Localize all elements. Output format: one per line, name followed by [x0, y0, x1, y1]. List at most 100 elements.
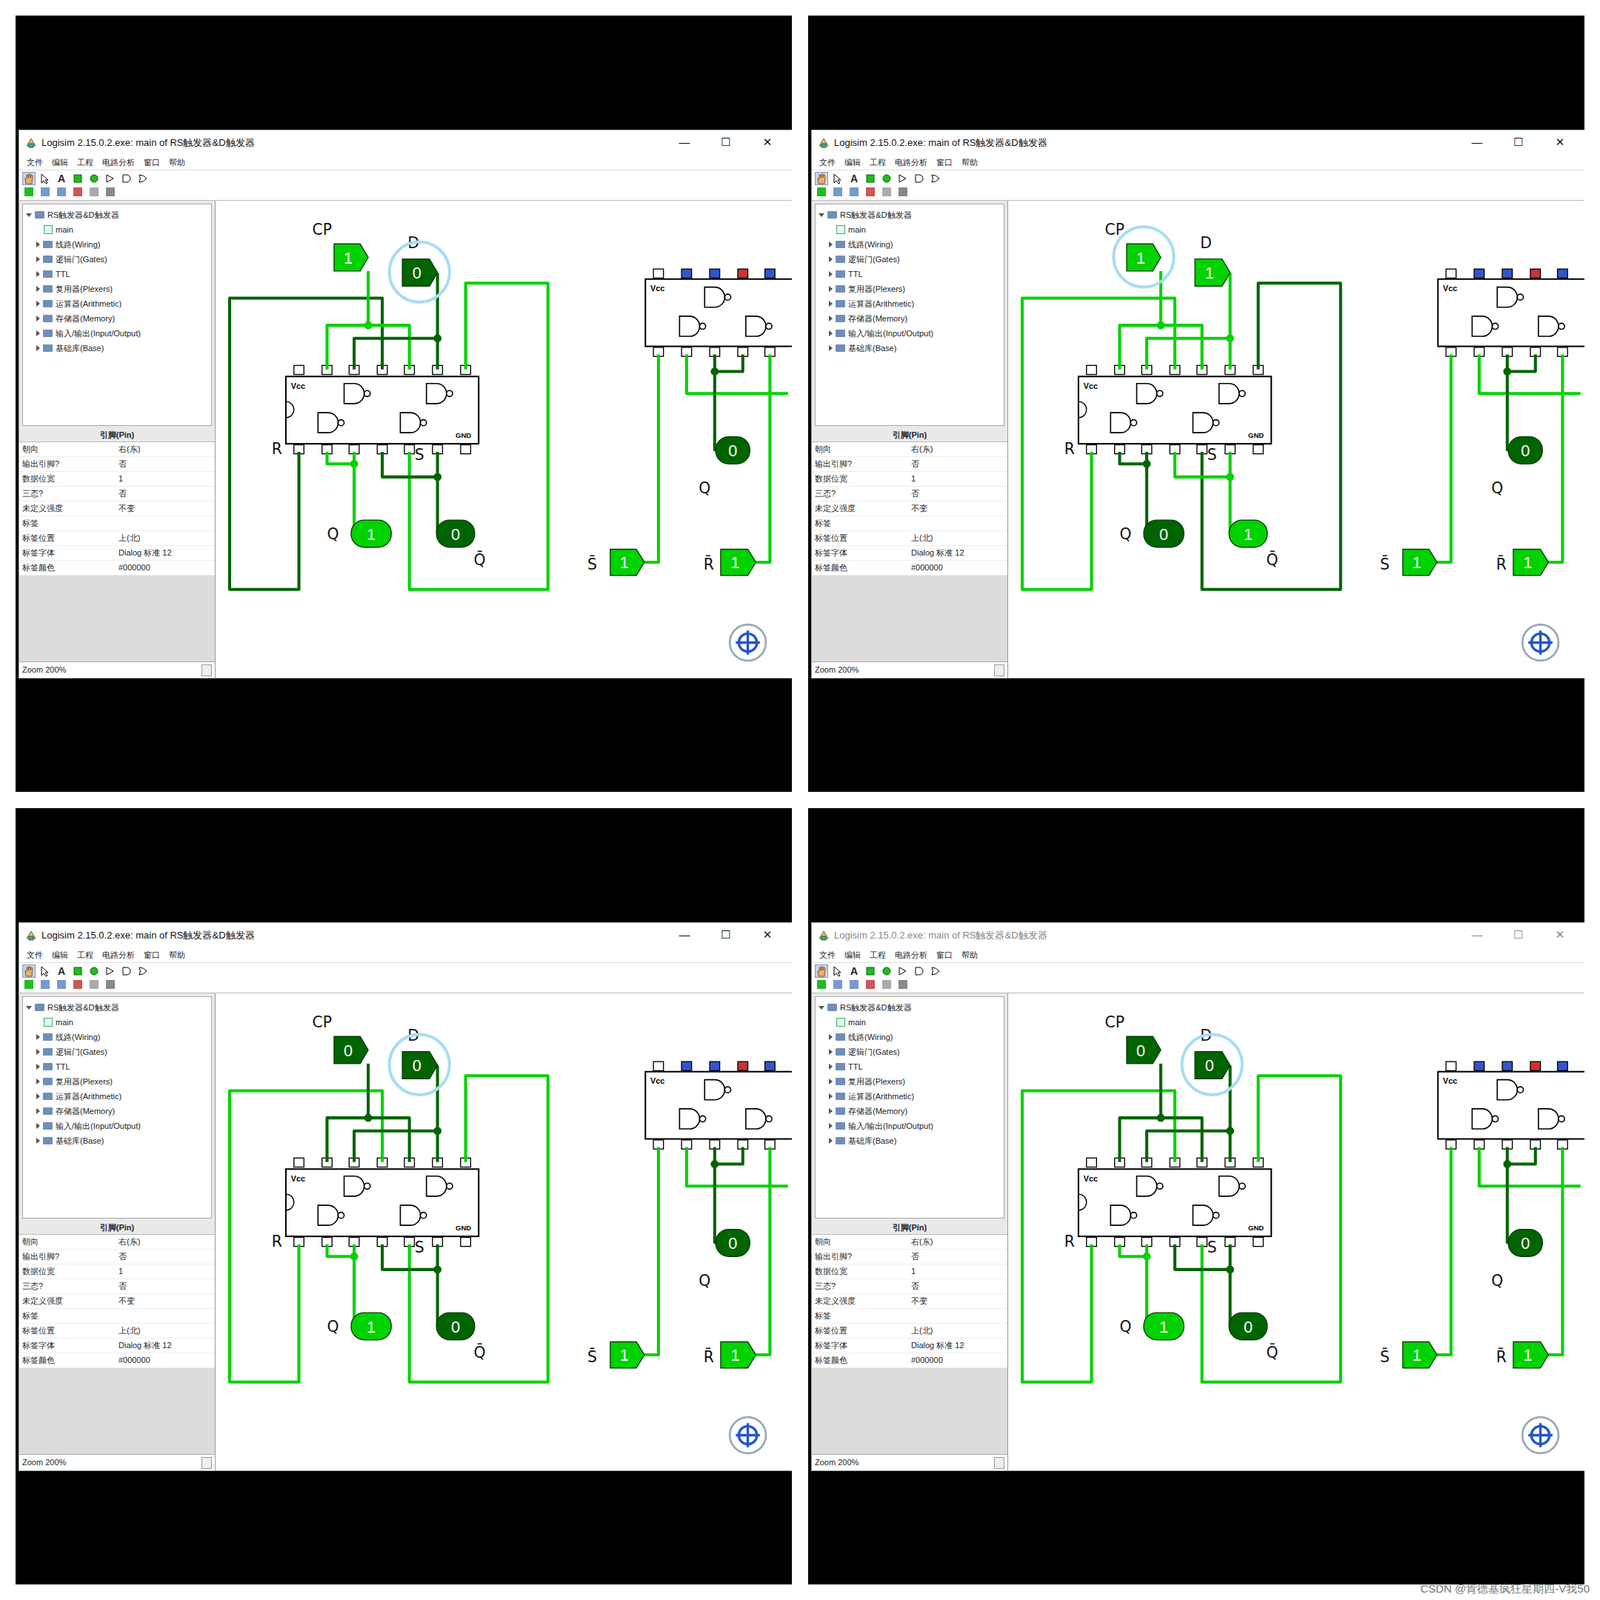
tree-item[interactable]: 输入/输出(Input/Output) [25, 1118, 209, 1134]
pin-body[interactable] [1126, 243, 1161, 272]
expand-arrow-icon[interactable] [828, 1108, 833, 1115]
input-pin[interactable]: 1 [1513, 548, 1549, 575]
menu-item[interactable]: 编辑 [844, 156, 861, 169]
expand-arrow-icon[interactable] [828, 330, 833, 337]
circuit-drawing[interactable]: VccGND1010CPDRSQQ̄Vcc011QS̄R̄ [215, 200, 792, 678]
property-value[interactable]: 上(北) [911, 531, 933, 545]
tool-button[interactable] [38, 964, 52, 978]
tree-item[interactable]: 复用器(Plexers) [818, 1074, 1001, 1089]
expand-arrow-icon[interactable] [36, 315, 40, 322]
tree-root[interactable]: RS触发器&D触发器 [25, 1000, 209, 1015]
menu-item[interactable]: 窗口 [143, 948, 160, 962]
tool-button[interactable] [928, 964, 943, 978]
project-tool-icon[interactable] [71, 977, 85, 992]
tree-item[interactable]: 基础库(Base) [818, 340, 1001, 356]
tool-button[interactable] [136, 964, 150, 978]
tool-button[interactable]: A [54, 171, 69, 186]
project-tool-icon[interactable] [38, 185, 52, 199]
menu-item[interactable]: 工程 [869, 948, 886, 962]
property-value[interactable]: 否 [911, 1280, 920, 1293]
property-value[interactable]: 右(东) [911, 1235, 933, 1249]
pin-body[interactable] [1194, 1051, 1230, 1080]
window-control[interactable]: — [1458, 926, 1496, 944]
project-tool-icon[interactable] [38, 977, 52, 992]
tool-button[interactable] [103, 171, 118, 186]
pin-body[interactable] [610, 1341, 645, 1368]
circuit-canvas[interactable]: VccGND0010CPDRSQQ̄Vcc011QS̄R̄ [215, 993, 792, 1471]
menu-item[interactable]: 编辑 [844, 948, 861, 962]
tree-item[interactable]: TTL [25, 266, 209, 282]
tree-item[interactable]: 运算器(Arithmetic) [818, 296, 1001, 312]
property-value[interactable]: 上(北) [118, 1324, 140, 1338]
project-tool-icon[interactable] [880, 185, 894, 199]
property-value[interactable]: 否 [118, 1250, 127, 1263]
expand-arrow-icon[interactable] [828, 241, 833, 248]
tool-button[interactable] [863, 171, 878, 186]
property-value[interactable]: 不变 [118, 1294, 135, 1308]
expand-arrow-icon[interactable] [25, 213, 32, 218]
expand-arrow-icon[interactable] [828, 1122, 833, 1129]
menu-item[interactable]: 窗口 [936, 948, 953, 962]
tool-button[interactable]: A [54, 964, 69, 978]
project-tool-icon[interactable] [103, 977, 118, 992]
tree-item[interactable]: 存储器(Memory) [818, 1103, 1001, 1119]
expand-arrow-icon[interactable] [828, 345, 833, 352]
expand-arrow-icon[interactable] [828, 1093, 833, 1100]
input-pin[interactable]: 0 [402, 1051, 438, 1080]
menu-item[interactable]: 窗口 [936, 156, 953, 169]
expand-arrow-icon[interactable] [36, 345, 40, 352]
expand-arrow-icon[interactable] [828, 271, 833, 278]
tool-button[interactable] [136, 171, 150, 186]
pin-body[interactable] [1402, 1341, 1438, 1368]
menu-item[interactable]: 电路分析 [102, 156, 135, 169]
expand-arrow-icon[interactable] [36, 330, 40, 337]
tool-button[interactable] [22, 964, 36, 978]
window-control[interactable]: ✕ [748, 134, 786, 152]
zoom-spinner-icon[interactable] [201, 664, 212, 677]
tree-item[interactable]: 逻辑门(Gates) [25, 1044, 209, 1060]
input-pin[interactable]: 1 [610, 548, 645, 575]
tool-button[interactable] [880, 171, 894, 186]
expand-arrow-icon[interactable] [36, 1078, 40, 1085]
zoom-level[interactable]: Zoom 200% [22, 663, 199, 677]
tree-item[interactable]: 复用器(Plexers) [818, 281, 1001, 297]
input-pin[interactable]: 0 [1126, 1036, 1161, 1064]
tool-button[interactable] [814, 171, 829, 186]
tree-item[interactable]: 存储器(Memory) [818, 311, 1001, 326]
menu-item[interactable]: 电路分析 [102, 948, 135, 962]
tool-button[interactable]: A [847, 964, 861, 978]
window-control[interactable]: ☐ [1500, 134, 1538, 152]
project-tool-icon[interactable] [863, 185, 878, 199]
property-value[interactable]: 右(东) [118, 1235, 140, 1249]
project-tool-icon[interactable] [896, 977, 910, 992]
property-value[interactable]: 1 [118, 1265, 123, 1278]
project-tool-icon[interactable] [814, 185, 829, 199]
tree-item[interactable]: 基础库(Base) [25, 1133, 209, 1149]
tool-button[interactable] [71, 964, 85, 978]
tool-button[interactable]: A [847, 171, 861, 186]
project-tool-icon[interactable] [54, 977, 69, 992]
expand-arrow-icon[interactable] [36, 256, 40, 263]
project-tool-icon[interactable] [22, 185, 36, 199]
menu-item[interactable]: 帮助 [168, 156, 186, 169]
zoom-spinner-icon[interactable] [201, 1457, 212, 1469]
property-value[interactable]: 1 [911, 1265, 916, 1278]
project-tool-icon[interactable] [814, 977, 829, 992]
tree-item[interactable]: 输入/输出(Input/Output) [25, 325, 209, 341]
menu-item[interactable]: 电路分析 [894, 156, 928, 169]
tool-button[interactable] [120, 171, 134, 186]
tool-button[interactable] [120, 964, 134, 978]
zoom-spinner-icon[interactable] [994, 664, 1005, 677]
tree-item[interactable]: 复用器(Plexers) [25, 1074, 209, 1089]
tree-item[interactable]: 逻辑门(Gates) [818, 251, 1001, 267]
input-pin[interactable]: 1 [720, 1341, 756, 1368]
property-value[interactable]: 右(东) [911, 442, 933, 456]
window-control[interactable]: — [665, 926, 703, 944]
tree-item[interactable]: 输入/输出(Input/Output) [818, 325, 1001, 341]
window-control[interactable]: ✕ [748, 926, 786, 944]
tool-button[interactable] [896, 964, 910, 978]
menu-item[interactable]: 工程 [77, 156, 94, 169]
input-pin[interactable]: 1 [1402, 548, 1438, 575]
pin-body[interactable] [402, 1051, 438, 1080]
pin-body[interactable] [1402, 548, 1438, 575]
